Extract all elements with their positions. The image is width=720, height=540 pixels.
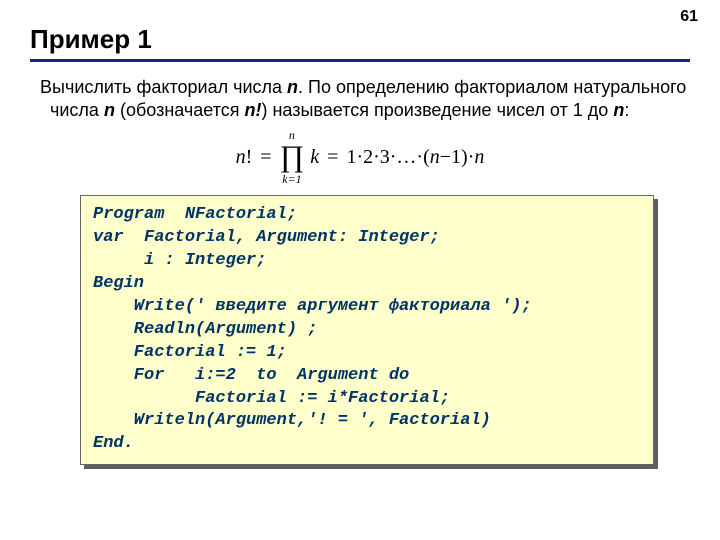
pi-icon: ∏ bbox=[280, 142, 305, 172]
product-symbol: n ∏ k=1 bbox=[280, 129, 305, 185]
var-n: n bbox=[474, 146, 484, 168]
page-number: 61 bbox=[680, 8, 698, 26]
factorial-sign: ! bbox=[246, 146, 253, 168]
code-block: Program NFactorial; var Factorial, Argum… bbox=[80, 195, 654, 465]
body-fragment: : bbox=[624, 100, 629, 120]
rhs-fragment: 1·2·3·…·( bbox=[346, 146, 429, 168]
title-rule bbox=[30, 59, 690, 62]
var-k: k bbox=[310, 146, 319, 169]
formula-rhs: 1·2·3·…·(n−1)·n bbox=[346, 146, 484, 169]
slide: 61 Пример 1 Вычислить факториал числа n.… bbox=[0, 0, 720, 540]
code-content: Program NFactorial; var Factorial, Argum… bbox=[93, 204, 641, 456]
equals-sign: = bbox=[325, 146, 340, 169]
var-n: n bbox=[613, 100, 624, 120]
body-text: Вычислить факториал числа n. По определе… bbox=[40, 76, 690, 121]
formula: n! = n ∏ k=1 k = 1·2·3·…·(n−1)·n bbox=[30, 129, 690, 185]
var-n: n bbox=[287, 77, 298, 97]
rhs-fragment: −1)· bbox=[440, 146, 475, 168]
equals-sign: = bbox=[258, 146, 273, 169]
body-fragment: ) называется произведение чисел от 1 до bbox=[261, 100, 613, 120]
product-lower: k=1 bbox=[282, 173, 301, 185]
var-n: n bbox=[236, 146, 246, 168]
var-n: n bbox=[104, 100, 115, 120]
formula-lhs: n! bbox=[236, 146, 253, 169]
page-title: Пример 1 bbox=[30, 24, 690, 55]
body-fragment: Вычислить факториал числа bbox=[40, 77, 287, 97]
body-fragment: (обозначается bbox=[115, 100, 245, 120]
var-n: n bbox=[430, 146, 440, 168]
var-n-fact: n! bbox=[244, 100, 261, 120]
